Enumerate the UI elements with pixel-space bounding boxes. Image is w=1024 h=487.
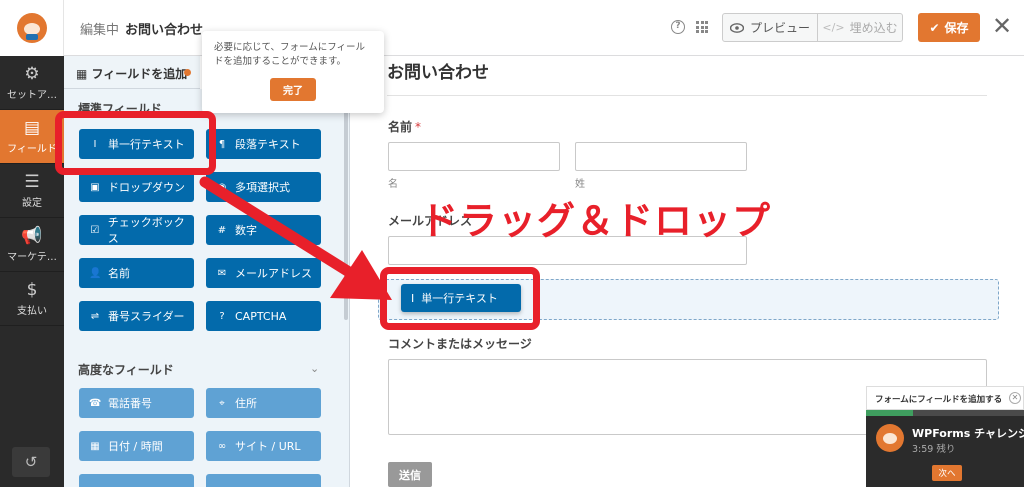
highlight-box-target [380,267,540,330]
challenge-time-left: 3:59 残り [912,444,956,455]
challenge-next-button[interactable]: 次へ [932,465,962,481]
drag-and-drop-annotation: ドラッグ＆ドロップ [420,199,772,243]
wpforms-challenge-widget: フォームにフィールドを追加する ✕ WPForms チャレンジ 3:59 残り … [866,386,1024,487]
highlight-box-source [55,111,216,175]
challenge-step-title: フォームにフィールドを追加する [875,395,1003,405]
challenge-title: WPForms チャレンジ [912,427,1024,440]
challenge-step-header: フォームにフィールドを追加する ✕ [866,386,1024,410]
progress-fill [866,410,914,416]
close-circle-icon[interactable]: ✕ [1009,392,1021,404]
challenge-progress-bar [866,410,1024,416]
bear-mascot-icon [876,424,904,452]
